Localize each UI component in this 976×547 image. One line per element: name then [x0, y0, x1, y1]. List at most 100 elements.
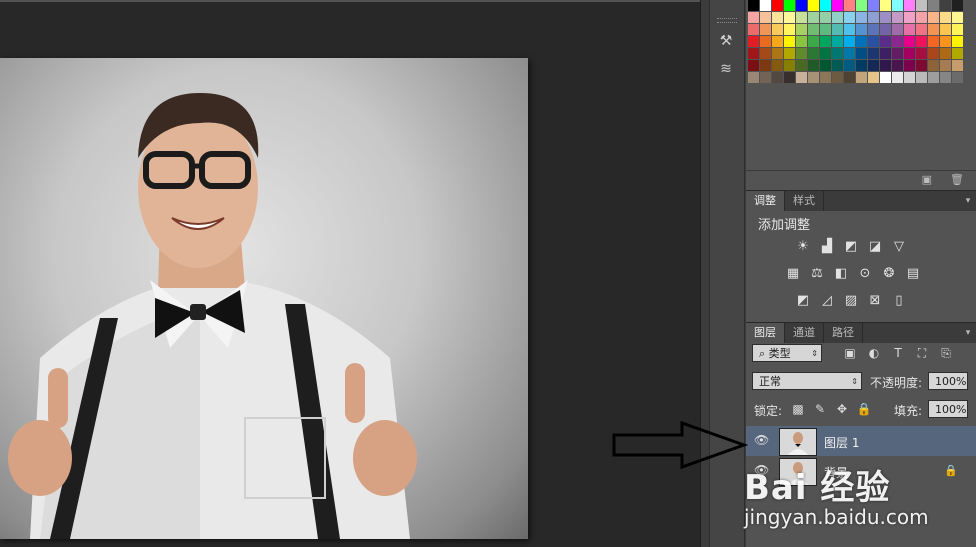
visibility-eye-icon[interactable]: 👁: [754, 433, 770, 447]
color-swatch[interactable]: [952, 12, 963, 23]
color-balance-icon[interactable]: ⚖: [808, 264, 826, 282]
color-swatch[interactable]: [832, 12, 843, 23]
color-swatch[interactable]: [916, 24, 927, 35]
color-swatch[interactable]: [808, 60, 819, 71]
color-swatch[interactable]: [928, 24, 939, 35]
color-swatch[interactable]: [772, 24, 783, 35]
filter-adjustment-icon[interactable]: ◐: [866, 345, 882, 361]
color-swatch[interactable]: [856, 24, 867, 35]
color-swatch[interactable]: [868, 48, 879, 59]
exposure-icon[interactable]: ◪: [866, 237, 884, 255]
color-swatch[interactable]: [952, 72, 963, 83]
color-swatch[interactable]: [820, 60, 831, 71]
color-swatch[interactable]: [892, 60, 903, 71]
layer-row-1[interactable]: 👁 图层 1: [746, 426, 976, 456]
color-swatch[interactable]: [844, 24, 855, 35]
color-swatch[interactable]: [760, 72, 771, 83]
color-swatch[interactable]: [856, 12, 867, 23]
filter-type-icon[interactable]: T: [890, 345, 906, 361]
color-swatch[interactable]: [820, 24, 831, 35]
color-swatch[interactable]: [892, 48, 903, 59]
color-swatch[interactable]: [760, 12, 771, 23]
color-swatch[interactable]: [868, 24, 879, 35]
color-swatch[interactable]: [880, 36, 891, 47]
color-swatch[interactable]: [892, 12, 903, 23]
color-swatch[interactable]: [796, 48, 807, 59]
color-swatch[interactable]: [940, 72, 951, 83]
color-swatch[interactable]: [772, 48, 783, 59]
color-swatch[interactable]: [940, 0, 951, 11]
filter-shape-icon[interactable]: ⛶: [914, 345, 930, 361]
color-swatch[interactable]: [856, 72, 867, 83]
trash-icon[interactable]: 🗑: [950, 173, 964, 186]
color-swatch[interactable]: [832, 72, 843, 83]
selective-color-icon[interactable]: ⊠: [866, 291, 884, 309]
color-swatch[interactable]: [820, 72, 831, 83]
color-swatch[interactable]: [880, 0, 891, 11]
color-swatch[interactable]: [808, 24, 819, 35]
color-swatch[interactable]: [820, 0, 831, 11]
tab-adjustments[interactable]: 调整: [746, 191, 785, 211]
color-swatch[interactable]: [916, 48, 927, 59]
color-swatch[interactable]: [952, 60, 963, 71]
color-swatch[interactable]: [940, 60, 951, 71]
color-swatch[interactable]: [952, 48, 963, 59]
black-white-icon[interactable]: ◧: [832, 264, 850, 282]
tab-paths[interactable]: 路径: [824, 323, 863, 343]
panel-menu-icon[interactable]: ▾: [960, 191, 976, 211]
color-swatch[interactable]: [808, 72, 819, 83]
color-lookup-icon[interactable]: ▤: [904, 264, 922, 282]
color-swatch[interactable]: [820, 48, 831, 59]
color-swatch[interactable]: [760, 0, 771, 11]
color-swatch[interactable]: [928, 60, 939, 71]
color-swatch[interactable]: [832, 0, 843, 11]
curves-icon[interactable]: ◩: [842, 237, 860, 255]
color-swatch[interactable]: [928, 72, 939, 83]
color-swatch[interactable]: [748, 24, 759, 35]
color-swatch[interactable]: [892, 24, 903, 35]
color-swatch[interactable]: [748, 60, 759, 71]
color-swatch[interactable]: [928, 0, 939, 11]
color-swatch[interactable]: [748, 0, 759, 11]
color-swatch[interactable]: [856, 60, 867, 71]
color-swatch[interactable]: [916, 60, 927, 71]
color-swatch[interactable]: [952, 24, 963, 35]
brush-presets-icon[interactable]: ⚒: [709, 30, 743, 52]
color-swatch[interactable]: [952, 36, 963, 47]
color-swatch[interactable]: [928, 36, 939, 47]
channel-mixer-icon[interactable]: ❂: [880, 264, 898, 282]
layers-menu-icon[interactable]: ▾: [960, 323, 976, 343]
color-swatch[interactable]: [916, 12, 927, 23]
color-swatch[interactable]: [868, 0, 879, 11]
color-swatch[interactable]: [808, 12, 819, 23]
color-swatch[interactable]: [748, 36, 759, 47]
color-swatch[interactable]: [832, 48, 843, 59]
color-swatch[interactable]: [844, 48, 855, 59]
photo-filter-icon[interactable]: ⊙: [856, 264, 874, 282]
color-swatch[interactable]: [808, 36, 819, 47]
color-swatch[interactable]: [796, 12, 807, 23]
color-swatch[interactable]: [868, 12, 879, 23]
brightness-icon[interactable]: ☀: [794, 237, 812, 255]
document-canvas[interactable]: [0, 2, 700, 547]
brush-settings-icon[interactable]: ≋: [709, 58, 743, 80]
color-swatch[interactable]: [832, 24, 843, 35]
color-swatch[interactable]: [772, 72, 783, 83]
color-swatch[interactable]: [856, 36, 867, 47]
color-swatch[interactable]: [880, 24, 891, 35]
grip-icon[interactable]: [717, 18, 737, 23]
color-swatch[interactable]: [760, 60, 771, 71]
color-swatch[interactable]: [760, 36, 771, 47]
document-image[interactable]: [0, 58, 528, 539]
color-swatch[interactable]: [880, 48, 891, 59]
color-swatch[interactable]: [940, 48, 951, 59]
color-swatch[interactable]: [892, 36, 903, 47]
color-swatch[interactable]: [784, 36, 795, 47]
color-swatch[interactable]: [760, 24, 771, 35]
blend-mode-select[interactable]: 正常 ⇕: [752, 372, 862, 390]
vibrance-icon[interactable]: ▽: [890, 237, 908, 255]
color-swatch[interactable]: [772, 60, 783, 71]
color-swatch[interactable]: [928, 12, 939, 23]
color-swatch[interactable]: [772, 12, 783, 23]
color-swatch[interactable]: [940, 24, 951, 35]
